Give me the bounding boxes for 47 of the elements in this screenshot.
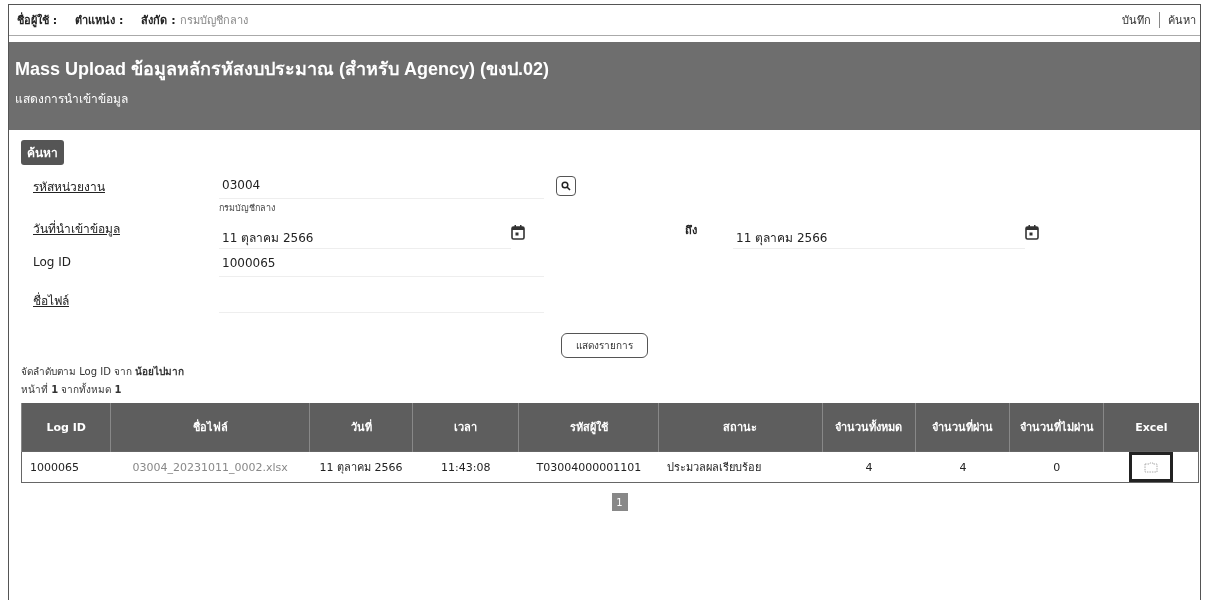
unit-name: กรมบัญชีกลาง (219, 202, 276, 215)
table-cell: 0 (1009, 451, 1104, 483)
table-cell: 11 ตุลาคม 2566 (309, 451, 413, 483)
user-info-value: กรมบัญชีกลาง (179, 13, 248, 29)
log-id-field[interactable]: 1000065 (219, 251, 544, 277)
column-header: เวลา (412, 403, 519, 452)
table-cell: 11:43:08 (412, 451, 519, 483)
column-header: วันที่ (309, 403, 413, 452)
page-button[interactable]: 1 (611, 493, 628, 511)
field-label: รหัสหน่วยงาน (33, 179, 106, 196)
field-label: วันที่นำเข้าข้อมูล (33, 219, 121, 238)
user-info-label: ตำแหน่ง : (75, 13, 124, 29)
page-subtitle: แสดงการนำเข้าข้อมูล (15, 91, 129, 108)
table-cell: 4 (915, 451, 1010, 483)
table-cell: 4 (822, 451, 916, 483)
user-info-label: ชื่อผู้ใช้ : (17, 11, 58, 29)
field-label: Log ID (33, 254, 73, 269)
date-from-field[interactable]: 11 ตุลาคม 2566 (219, 223, 511, 249)
folder-icon (1143, 461, 1158, 473)
page-info: หน้าที่ 1 จากทั้งหมด 1 (21, 382, 123, 397)
sort-note: จัดลำดับตาม Log ID จาก น้อยไปมาก (21, 364, 186, 379)
field-label: ชื่อไฟล์ (33, 291, 70, 310)
column-header: รหัสผู้ใช้ (518, 403, 659, 452)
date-to-field[interactable]: 11 ตุลาคม 2566 (733, 223, 1025, 249)
table-cell: 1000065 (21, 451, 111, 483)
header-link[interactable]: บันทึก (1122, 11, 1151, 29)
date-range-label: ถึง (685, 223, 698, 239)
table-cell: 03004_20231011_0002.xlsx (110, 451, 310, 483)
column-header: ชื่อไฟล์ (110, 403, 310, 452)
search-icon (561, 181, 571, 191)
table-cell: ประมวลผลเรียบร้อย (658, 451, 822, 483)
column-header: จำนวนที่ผ่าน (915, 403, 1010, 452)
column-header: จำนวนทั้งหมด (822, 403, 916, 452)
column-header: Excel (1103, 403, 1199, 452)
page-title: Mass Upload ข้อมูลหลักรหัสงบประมาณ (สำหรับ Agency) (ขงป.02) (15, 58, 551, 83)
column-header: จำนวนที่ไม่ผ่าน (1009, 403, 1104, 452)
user-info-label: สังกัด : (141, 13, 176, 29)
column-header: Log ID (21, 403, 111, 452)
column-header: สถานะ (658, 403, 822, 452)
calendar-icon[interactable] (511, 225, 525, 240)
search-button[interactable] (556, 176, 576, 196)
table-cell: T03004000001101 (518, 451, 659, 483)
show-list-button[interactable]: แสดงรายการ (561, 333, 648, 358)
header-link[interactable]: ค้นหา (1168, 11, 1196, 29)
excel-file-button[interactable] (1128, 452, 1173, 482)
calendar-icon[interactable] (1025, 225, 1039, 240)
unit-code-field[interactable]: 03004 (219, 173, 544, 199)
